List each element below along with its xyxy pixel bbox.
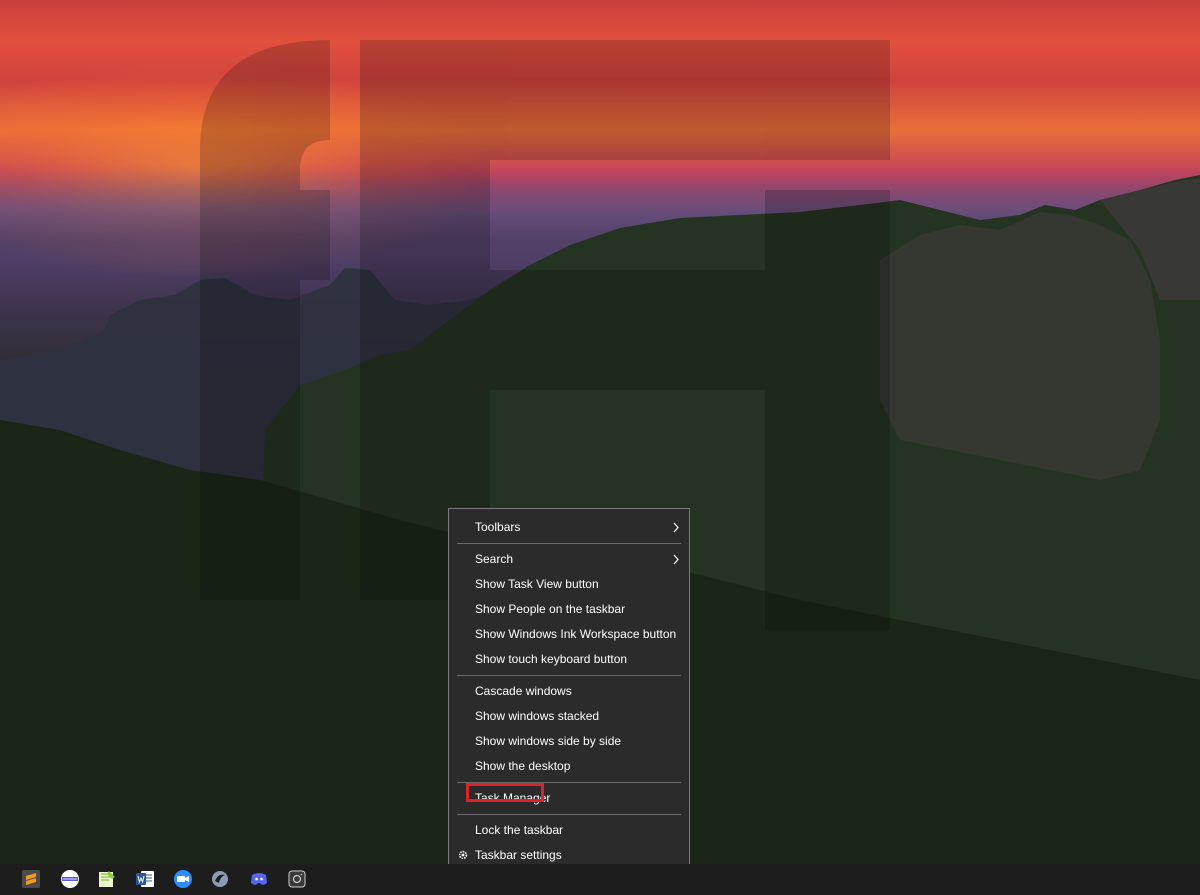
steam-like-icon[interactable] [210, 869, 230, 889]
discord-icon[interactable] [249, 869, 269, 889]
menu-item-show-task-view[interactable]: Show Task View button [449, 572, 689, 597]
menu-separator [457, 814, 681, 815]
notepad-plus-icon[interactable] [97, 869, 117, 889]
menu-item-show-ink-workspace[interactable]: Show Windows Ink Workspace button [449, 622, 689, 647]
menu-item-label: Toolbars [475, 520, 521, 534]
menu-item-label: Search [475, 552, 514, 566]
menu-separator [457, 543, 681, 544]
word-icon[interactable] [135, 869, 155, 889]
menu-item-show-touch-keyboard[interactable]: Show touch keyboard button [449, 647, 689, 672]
menu-item-label: Lock the taskbar [475, 823, 564, 837]
chevron-right-icon [673, 522, 679, 533]
sublime-text-icon[interactable] [21, 869, 41, 889]
menu-item-label: Cascade windows [475, 684, 572, 698]
menu-item-label: Show Task View button [475, 577, 599, 591]
cliff-face [880, 212, 1160, 480]
terminal-app-icon[interactable] [60, 869, 80, 889]
menu-item-label: Taskbar settings [475, 848, 562, 862]
menu-item-windows-stacked[interactable]: Show windows stacked [449, 704, 689, 729]
highlight-box [466, 783, 544, 802]
menu-item-task-manager[interactable]: Task Manager [449, 783, 689, 811]
menu-separator [457, 675, 681, 676]
gear-icon [458, 850, 468, 860]
menu-item-label: Show the desktop [475, 759, 571, 773]
menu-item-windows-side-by-side[interactable]: Show windows side by side [449, 729, 689, 754]
camera-app-icon[interactable] [287, 869, 307, 889]
menu-item-show-people[interactable]: Show People on the taskbar [449, 597, 689, 622]
zoom-icon[interactable] [173, 869, 193, 889]
menu-item-label: Show People on the taskbar [475, 602, 626, 616]
menu-item-label: Show Windows Ink Workspace button [475, 627, 677, 641]
menu-item-search[interactable]: Search [449, 547, 689, 572]
menu-item-label: Show windows stacked [475, 709, 600, 723]
menu-item-cascade-windows[interactable]: Cascade windows [449, 679, 689, 704]
menu-item-toolbars[interactable]: Toolbars [449, 515, 689, 540]
menu-item-lock-taskbar[interactable]: Lock the taskbar [449, 818, 689, 843]
chevron-right-icon [673, 554, 679, 565]
menu-item-label: Show touch keyboard button [475, 652, 628, 666]
taskbar-context-menu: Toolbars Search Show Task View button Sh… [448, 508, 690, 871]
menu-item-show-desktop[interactable]: Show the desktop [449, 754, 689, 779]
menu-item-label: Show windows side by side [475, 734, 622, 748]
taskbar [0, 864, 1200, 895]
